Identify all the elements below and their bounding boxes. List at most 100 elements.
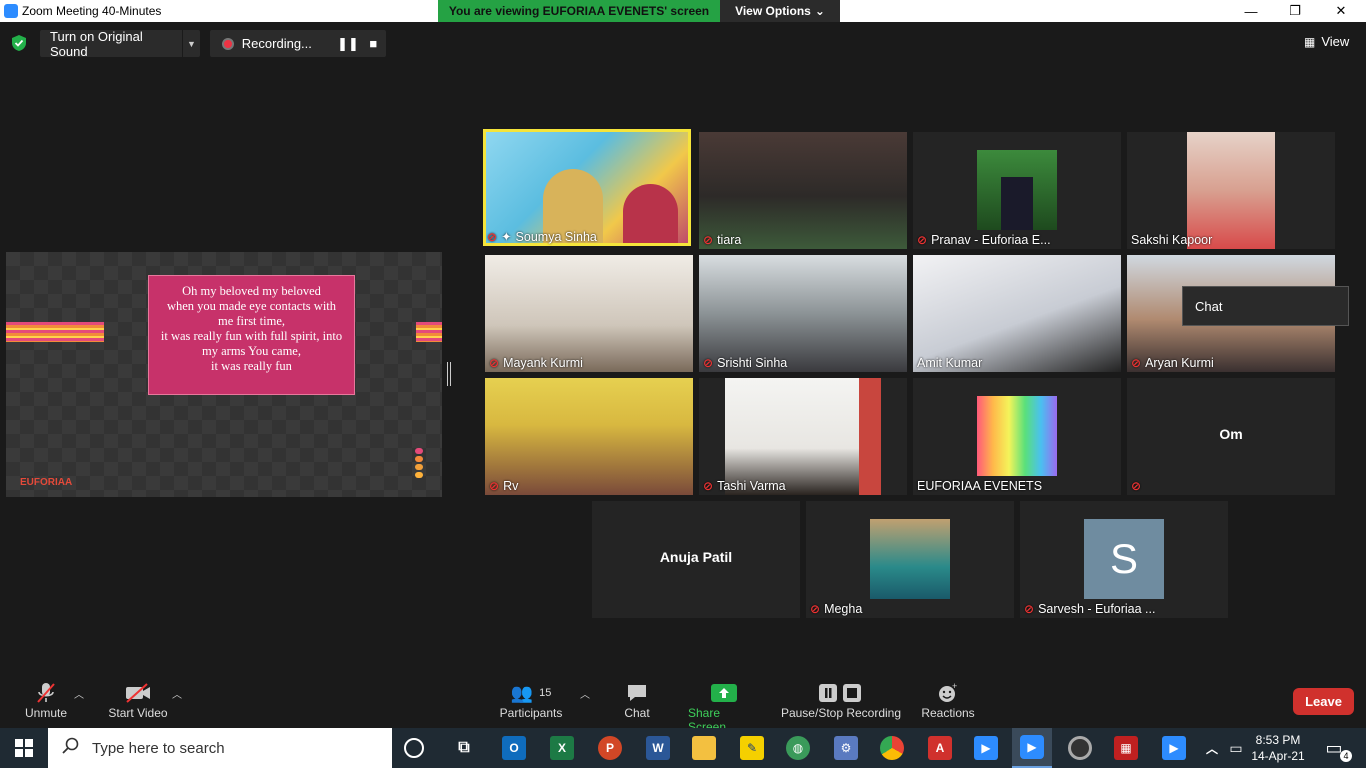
pause-stop-recording-button[interactable]: Pause/Stop Recording — [780, 680, 902, 720]
unmute-button[interactable]: Unmute — [22, 680, 70, 720]
grid-icon: ▦ — [1304, 34, 1316, 49]
view-options-label: View Options — [735, 4, 811, 18]
chevron-up-icon[interactable]: ︿ — [74, 686, 84, 701]
excel-icon[interactable]: X — [550, 736, 574, 760]
network-tool-icon[interactable]: ⚙ — [834, 736, 858, 760]
participant-name: EUFORIAA EVENETS — [917, 479, 1042, 493]
chat-button[interactable]: Chat — [622, 680, 652, 720]
clock-date: 14-Apr-21 — [1251, 749, 1305, 763]
participant-tile[interactable]: ⊘ Pranav - Euforiaa E... — [913, 132, 1121, 249]
minimize-button[interactable]: — — [1228, 0, 1274, 22]
outlook-icon[interactable]: O — [502, 736, 526, 760]
participant-name-text: Srishti Sinha — [717, 356, 788, 370]
maximize-button[interactable]: ❐ — [1272, 0, 1318, 22]
mic-muted-icon: ⊘ — [703, 356, 714, 370]
stop-icon[interactable]: ■ — [361, 36, 386, 51]
participant-video — [1187, 132, 1275, 249]
participant-video — [699, 255, 907, 372]
chrome-icon[interactable] — [880, 736, 904, 760]
chevron-up-icon[interactable]: ︿ — [172, 686, 182, 701]
viewing-screen-banner: You are viewing EUFORIAA EVENETS' screen — [438, 0, 720, 22]
share-screen-icon — [711, 680, 737, 706]
media-player-icon[interactable] — [1068, 736, 1092, 760]
participant-tile[interactable]: Amit Kumar — [913, 255, 1121, 372]
taskbar-search[interactable]: Type here to search — [48, 728, 392, 768]
close-button[interactable]: ✕ — [1318, 0, 1364, 22]
pause-icon[interactable]: ❚❚ — [335, 36, 360, 52]
chevron-down-icon[interactable]: ▼ — [182, 30, 200, 57]
reactions-label: Reactions — [921, 706, 975, 720]
zoom-icon: ▶ — [1020, 735, 1044, 759]
lyrics-line: me first time, — [218, 314, 285, 328]
task-view-icon[interactable]: ⧉ — [452, 736, 476, 760]
pin-icon: ✦ — [501, 230, 512, 244]
powerpoint-icon[interactable]: P — [598, 736, 622, 760]
person-silhouette — [623, 184, 678, 243]
lyrics-line: Oh my beloved my beloved — [182, 284, 321, 298]
split-view-handle[interactable] — [447, 362, 451, 386]
app-icon[interactable]: ▦ — [1114, 736, 1138, 760]
original-sound-label: Turn on Original Sound — [50, 28, 143, 59]
security-shield-icon[interactable] — [10, 34, 28, 52]
participant-tile[interactable]: ⊘ Megha — [806, 501, 1014, 618]
participants-button[interactable]: 👥 15 Participants — [500, 680, 563, 721]
cortana-icon[interactable] — [404, 738, 424, 758]
zoom-meeting-taskbar-icon[interactable]: ▶ — [1012, 728, 1052, 768]
start-video-button[interactable]: Start Video — [108, 680, 168, 720]
participant-tile[interactable]: ⊘ ✦ Soumya Sinha — [483, 129, 691, 246]
windows-start-icon[interactable] — [0, 728, 48, 768]
participant-tile[interactable]: EUFORIAA EVENETS — [913, 378, 1121, 495]
mic-muted-icon: ⊘ — [487, 229, 498, 244]
chevron-up-icon[interactable]: ︿ — [1200, 736, 1224, 760]
view-options-button[interactable]: View Options ⌄ — [720, 0, 840, 22]
participant-tile[interactable]: ⊘ Srishti Sinha — [699, 255, 907, 372]
participant-tile[interactable]: S ⊘ Sarvesh - Euforiaa ... — [1020, 501, 1228, 618]
zoom-icon[interactable]: ▶ — [974, 736, 998, 760]
original-sound-button[interactable]: Turn on Original Sound ▼ — [40, 28, 200, 59]
mic-muted-icon — [36, 680, 56, 706]
euforiaa-logo: EUFORIAA — [20, 477, 73, 488]
sticky-notes-icon[interactable]: ✎ — [740, 736, 764, 760]
door-frame — [859, 378, 881, 495]
participant-tile[interactable]: ⊘ Mayank Kurmi — [485, 255, 693, 372]
mic-muted-icon: ⊘ — [489, 479, 500, 493]
recording-label: Recording... — [241, 36, 312, 51]
participant-tile[interactable]: ⊘ Rv — [485, 378, 693, 495]
leave-button[interactable]: Leave — [1293, 688, 1354, 715]
participant-name-text: Sakshi Kapoor — [1131, 233, 1213, 247]
mic-muted-icon: ⊘ — [1024, 602, 1035, 616]
word-icon[interactable]: W — [646, 736, 670, 760]
participant-tile[interactable]: ⊘ Tashi Varma — [699, 378, 907, 495]
participant-name: ⊘ ✦ Soumya Sinha — [487, 229, 597, 245]
globe-icon[interactable]: ◍ — [786, 736, 810, 760]
participant-tile[interactable]: Om ⊘ — [1127, 378, 1335, 495]
rainbow-avatar — [977, 396, 1057, 476]
svg-text:+: + — [952, 682, 957, 691]
file-explorer-icon[interactable] — [692, 736, 716, 760]
notification-icon[interactable]: ▭ 4 — [1322, 736, 1352, 762]
taskbar-clock[interactable]: 8:53 PM 14-Apr-21 — [1248, 732, 1308, 764]
participant-tile[interactable]: Anuja Patil — [592, 501, 800, 618]
person-silhouette — [1001, 177, 1033, 230]
mic-muted-icon: ⊘ — [810, 602, 821, 616]
participant-tile[interactable]: ⊘ tiara — [699, 132, 907, 249]
chevron-up-icon[interactable]: ︿ — [580, 686, 590, 701]
chat-tooltip: Chat — [1182, 286, 1349, 326]
participant-video — [725, 378, 881, 495]
pause-stop-label: Pause/Stop Recording — [780, 706, 902, 720]
windows-taskbar: Type here to search ⧉ O X P W ✎ ◍ ⚙ A ▶ … — [0, 728, 1366, 768]
smiley-icon: + — [937, 680, 959, 706]
participant-tile[interactable]: Sakshi Kapoor — [1127, 132, 1335, 249]
mic-muted-icon: ⊘ — [1131, 356, 1142, 370]
acrobat-icon[interactable]: A — [928, 736, 952, 760]
view-layout-button[interactable]: ▦ View — [1304, 34, 1349, 49]
network-icon[interactable]: ▭ — [1224, 736, 1248, 760]
share-screen-button[interactable]: Share Screen — [688, 680, 760, 734]
participant-video — [699, 132, 907, 249]
participant-name: ⊘ — [1131, 479, 1141, 493]
participant-name-text: Pranav - Euforiaa E... — [931, 233, 1051, 247]
decorative-stripe — [416, 322, 442, 342]
reactions-button[interactable]: + Reactions — [920, 680, 976, 720]
participant-name-text: Megha — [824, 602, 863, 616]
zoom-icon[interactable]: ▶ — [1162, 736, 1186, 760]
